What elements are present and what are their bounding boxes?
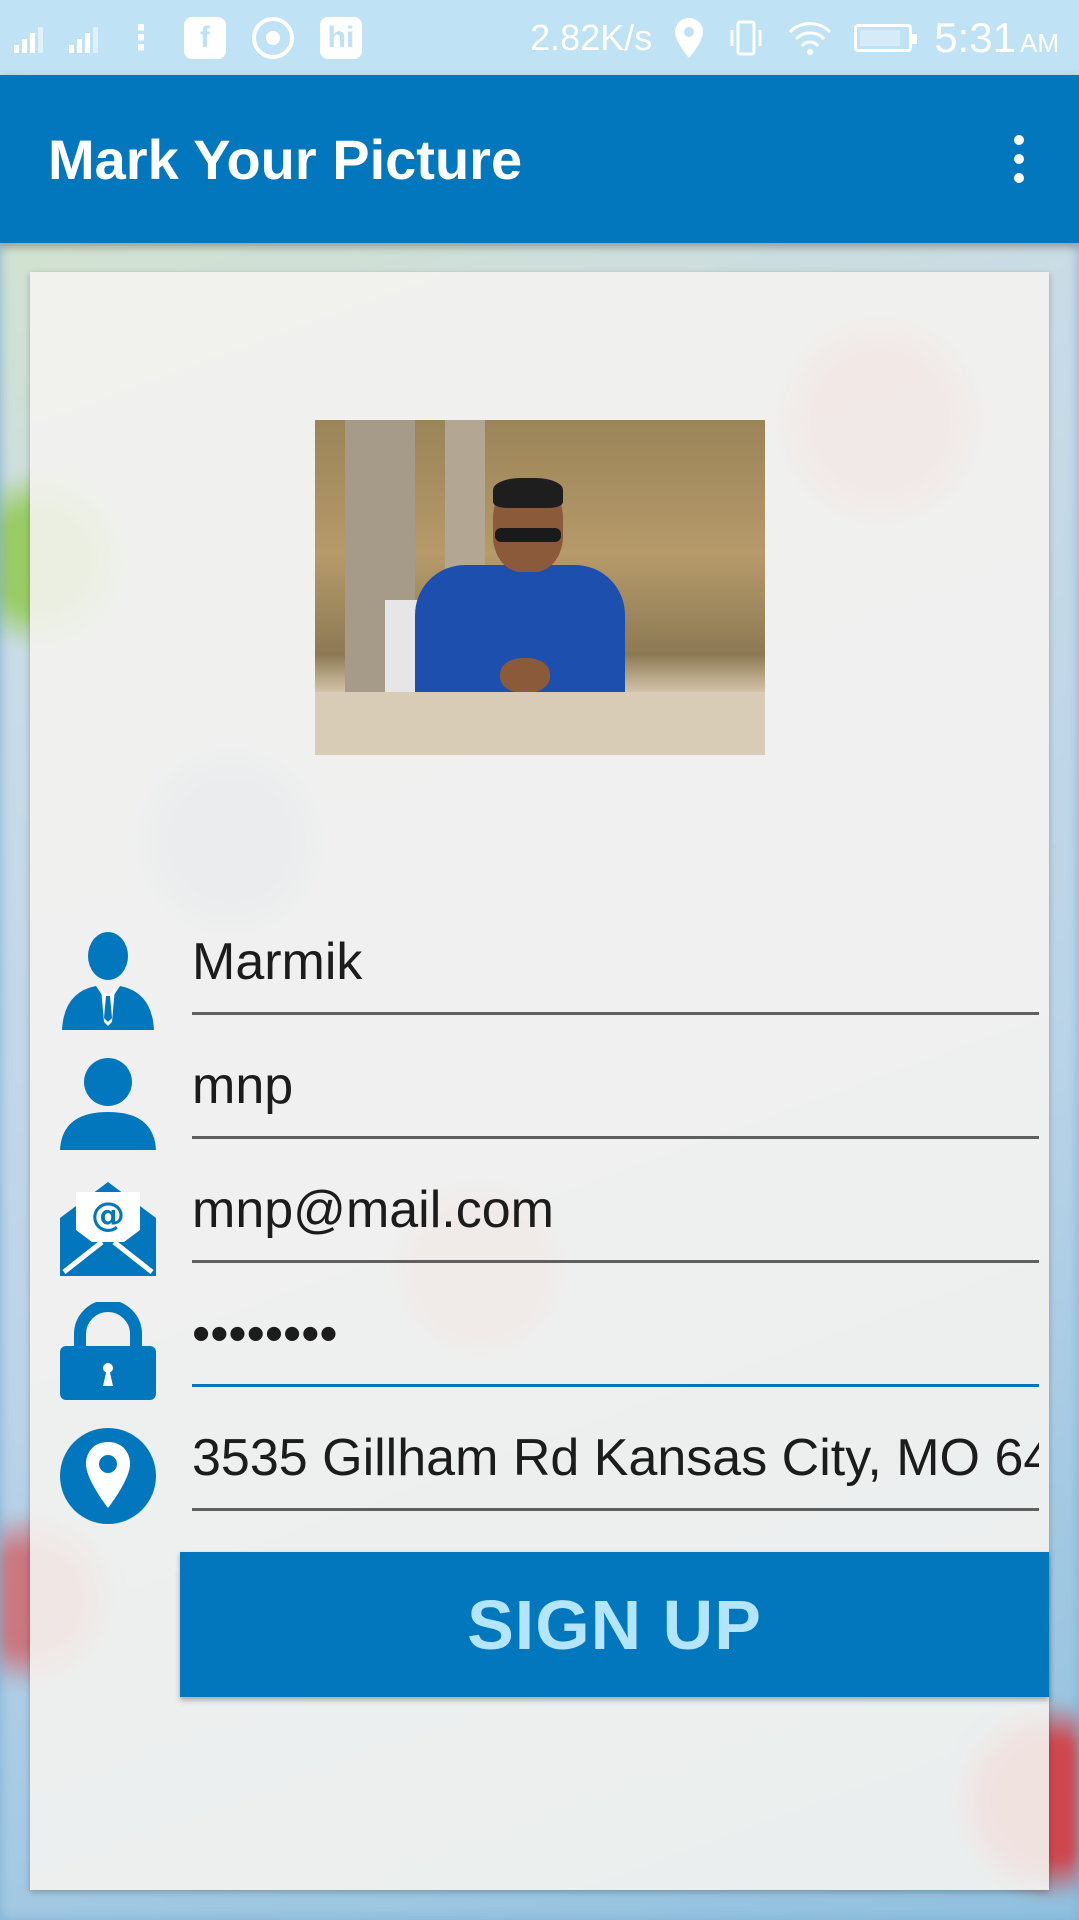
address-row: 3535 Gillham Rd Kansas City, MO 64 — [30, 1408, 1049, 1528]
business-person-icon — [62, 932, 154, 1030]
profile-photo[interactable] — [315, 420, 765, 755]
email-row: @ mnp@mail.com — [30, 1160, 1049, 1280]
username-row: mnp — [30, 1036, 1049, 1156]
signal-sim1-icon — [14, 23, 43, 53]
whatsapp-icon — [252, 16, 294, 59]
location-icon — [675, 17, 704, 58]
svg-text:@: @ — [91, 1195, 125, 1235]
name-input[interactable]: Marmik — [192, 912, 1039, 1015]
app-bar: Mark Your Picture — [0, 75, 1079, 243]
mail-icon: @ — [60, 1182, 156, 1276]
location-pin-icon — [60, 1428, 156, 1524]
address-input[interactable]: 3535 Gillham Rd Kansas City, MO 64 — [192, 1408, 1039, 1511]
facebook-icon: f — [184, 16, 226, 59]
signup-card: Marmik mnp @ mnp@mail.com •••••••• 3535 … — [30, 272, 1049, 1890]
lock-icon — [60, 1302, 156, 1400]
wifi-icon — [789, 21, 832, 55]
more-notifications-icon: ⋮ — [124, 18, 158, 57]
status-bar: ⋮ f hi 2.82K/s 5:31 AM — [0, 0, 1079, 75]
person-icon — [60, 1058, 156, 1150]
app-title: Mark Your Picture — [48, 127, 523, 191]
password-row: •••••••• — [30, 1284, 1049, 1404]
vibrate-icon — [730, 20, 762, 55]
overflow-menu-icon[interactable] — [999, 129, 1039, 189]
hike-icon: hi — [320, 16, 362, 59]
signal-sim2-icon — [69, 23, 98, 53]
network-speed: 2.82K/s — [530, 16, 653, 58]
password-input[interactable]: •••••••• — [192, 1284, 1039, 1387]
email-input[interactable]: mnp@mail.com — [192, 1160, 1039, 1263]
battery-charging-icon — [854, 23, 918, 52]
username-input[interactable]: mnp — [192, 1036, 1039, 1139]
clock: 5:31 AM — [934, 13, 1059, 61]
signup-button[interactable]: SIGN UP — [180, 1552, 1049, 1697]
name-row: Marmik — [30, 912, 1049, 1032]
